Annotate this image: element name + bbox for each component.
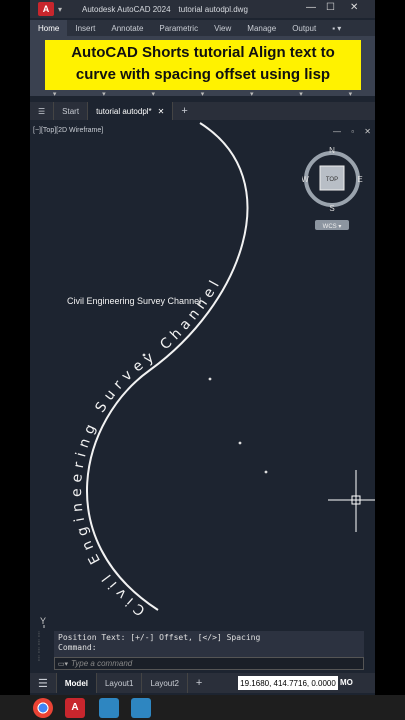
command-history-line: Position Text: [+/-] Offset, [</>] Spaci… (58, 633, 261, 642)
chevron-down-icon[interactable]: ▾ (299, 90, 303, 100)
app-taskbar-icon[interactable] (99, 698, 119, 718)
ribbon-panel-expanders: ▾ ▾ ▾ ▾ ▾ ▾ ▾ (30, 90, 375, 100)
viewcube[interactable]: TOP N S E W WCS ▾ (302, 144, 366, 234)
ribbon-overflow[interactable]: ▪ ▾ (324, 20, 349, 36)
add-layout-button[interactable]: + (188, 673, 210, 693)
chevron-down-icon[interactable]: ▾ (102, 90, 106, 100)
file-title: tutorial autodpl.dwg (178, 4, 248, 14)
quick-access-chevron-icon[interactable]: ▾ (58, 5, 62, 14)
ribbon-tabs: Home Insert Annotate Parametric View Man… (30, 20, 375, 36)
plain-text-label[interactable]: Civil Engineering Survey Channel (67, 296, 201, 306)
tab-insert[interactable]: Insert (67, 20, 103, 36)
taskbar: A (0, 695, 405, 720)
tab-view[interactable]: View (206, 20, 239, 36)
tab-layout1[interactable]: Layout1 (97, 673, 143, 693)
minimize-button[interactable]: — (306, 2, 316, 13)
app-menu-icon[interactable]: ☰ (30, 102, 53, 120)
menu-icon[interactable]: ☰ (30, 673, 57, 693)
banner-line-2: curve with spacing offset using lisp (75, 66, 331, 83)
app-title: Autodesk AutoCAD 2024 (82, 4, 171, 14)
close-button[interactable]: ✕ (350, 2, 358, 13)
tab-output[interactable]: Output (284, 20, 324, 36)
tab-start[interactable]: Start (53, 102, 87, 120)
command-input[interactable]: ▭▾ Type a command (54, 657, 364, 670)
compass-n: N (329, 146, 335, 155)
point-marker[interactable] (264, 470, 268, 474)
viewcube-top-label: TOP (326, 177, 338, 183)
autocad-logo-icon[interactable]: A (38, 2, 54, 16)
viewport-controls-label[interactable]: [−][Top][2D Wireframe] (33, 127, 103, 134)
chevron-down-icon[interactable]: ▾ (53, 90, 57, 100)
ucs-icon: Y (40, 616, 46, 628)
command-input-placeholder: Type a command (71, 659, 133, 668)
chevron-down-icon[interactable]: ▾ (349, 90, 353, 100)
coordinate-readout[interactable]: 19.1680, 414.7716, 0.0000 (238, 676, 338, 690)
crosshair-cursor (328, 470, 375, 532)
app-taskbar-icon[interactable] (131, 698, 151, 718)
tab-model[interactable]: Model (56, 673, 97, 693)
compass-w: W (302, 175, 309, 184)
chevron-down-icon[interactable]: ▾ (250, 90, 254, 100)
model-space-toggle[interactable]: MO (340, 676, 353, 690)
chrome-icon[interactable] (33, 698, 53, 718)
chevron-down-icon[interactable]: ▾ (151, 90, 155, 100)
chevron-down-icon[interactable]: ▾ (201, 90, 205, 100)
curved-text-content: Civil Engineering Survey Channel (69, 274, 225, 619)
close-icon[interactable]: ✕ (158, 107, 165, 116)
s-curve[interactable] (86, 122, 249, 611)
autocad-window: A ▾ Autodesk AutoCAD 2024 tutorial autod… (30, 0, 375, 720)
maximize-button[interactable]: ☐ (326, 2, 335, 13)
command-history-line: Command: (58, 643, 97, 652)
point-marker[interactable] (238, 441, 242, 445)
tab-home[interactable]: Home (30, 20, 68, 36)
video-title-banner: AutoCAD Shorts tutorial Align text to cu… (45, 40, 361, 90)
tab-manage[interactable]: Manage (239, 20, 284, 36)
wcs-menu: WCS ▾ (323, 224, 342, 230)
point-marker[interactable] (208, 377, 212, 381)
tab-drawing-label: tutorial autodpl* (96, 106, 152, 116)
curved-text[interactable]: Civil Engineering Survey Channel (69, 274, 225, 619)
tab-parametric[interactable]: Parametric (151, 20, 206, 36)
compass-s: S (329, 204, 334, 213)
document-tabs: ☰ Start tutorial autodpl* ✕ + (30, 102, 375, 120)
command-options-icon[interactable]: ▭▾ (55, 660, 71, 668)
point-marker[interactable] (142, 353, 146, 357)
y-axis-label: Y (40, 616, 46, 626)
title-bar: A ▾ Autodesk AutoCAD 2024 tutorial autod… (30, 0, 375, 18)
banner-line-1: AutoCAD Shorts tutorial Align text to (71, 44, 335, 61)
command-line-grip-icon[interactable]: ⁞ ⁞ ⁞ ⁞ (38, 632, 48, 666)
tab-drawing[interactable]: tutorial autodpl* ✕ (87, 102, 173, 120)
compass-e: E (357, 175, 362, 184)
command-history: Position Text: [+/-] Offset, [</>] Spaci… (54, 631, 364, 657)
tab-annotate[interactable]: Annotate (103, 20, 151, 36)
new-tab-button[interactable]: + (172, 102, 195, 120)
tab-layout2[interactable]: Layout2 (142, 673, 188, 693)
autocad-taskbar-icon[interactable]: A (65, 698, 85, 718)
viewport-window-controls[interactable]: — ▫ ✕ (333, 127, 375, 136)
